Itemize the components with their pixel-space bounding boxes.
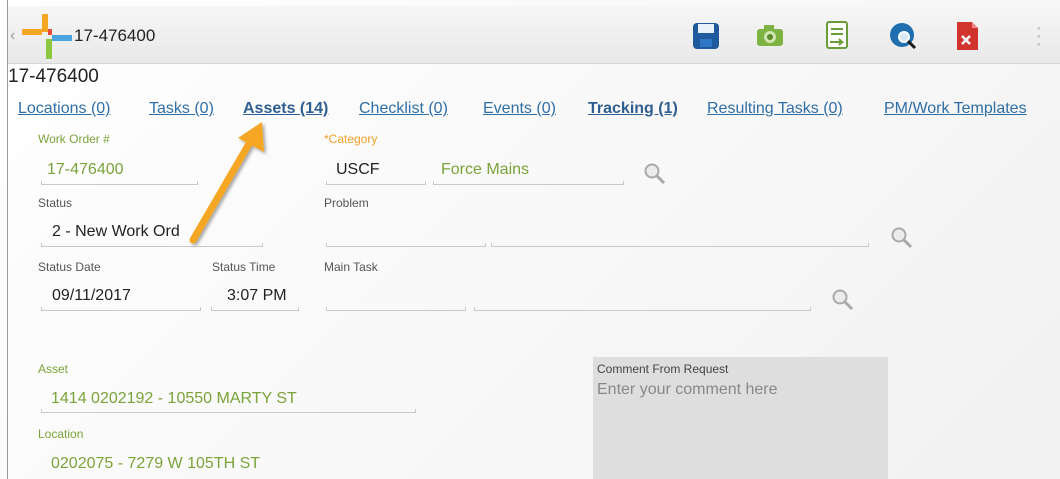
app-logo-icon[interactable] <box>22 12 72 62</box>
document-icon[interactable] <box>822 20 852 52</box>
tab-assets[interactable]: Assets (14) <box>243 100 328 118</box>
main-task-label: Main Task <box>324 260 378 274</box>
category-search-icon[interactable] <box>643 162 667 186</box>
status-date-underline <box>41 307 201 311</box>
comment-input[interactable] <box>597 381 882 471</box>
comment-label: Comment From Request <box>597 362 729 376</box>
save-icon[interactable] <box>691 20 721 52</box>
main-task-search-icon[interactable] <box>831 288 855 312</box>
tab-pm-work-templates[interactable]: PM/Work Templates <box>884 100 1027 118</box>
app-bar: ‹ 17-476400 · · · <box>8 6 1060 64</box>
work-order-underline <box>41 181 198 185</box>
status-date-label: Status Date <box>38 260 101 274</box>
location-label: Location <box>38 427 84 441</box>
back-chevron-icon[interactable]: ‹ <box>10 27 15 45</box>
main-task-code-underline <box>326 307 466 311</box>
status-field[interactable]: 2 - New Work Ord <box>52 223 180 241</box>
work-order-field[interactable]: 17-476400 <box>47 161 124 179</box>
tab-tasks[interactable]: Tasks (0) <box>149 100 214 118</box>
page-title: 17-476400 <box>8 66 99 87</box>
work-order-label: Work Order # <box>38 132 110 146</box>
status-time-field[interactable]: 3:07 PM <box>227 287 287 305</box>
problem-code-underline <box>326 243 486 247</box>
app-title: 17-476400 <box>74 26 156 45</box>
tab-locations[interactable]: Locations (0) <box>18 100 111 118</box>
tab-checklist[interactable]: Checklist (0) <box>359 100 448 118</box>
category-code-underline <box>326 181 426 185</box>
comment-panel: Comment From Request <box>593 357 888 479</box>
overflow-menu-icon[interactable]: · · · <box>1035 18 1042 54</box>
status-underline <box>41 243 263 247</box>
camera-icon[interactable] <box>755 20 785 52</box>
status-time-label: Status Time <box>212 260 276 274</box>
problem-search-icon[interactable] <box>890 226 914 250</box>
tab-resulting-tasks[interactable]: Resulting Tasks (0) <box>707 100 843 118</box>
problem-description-underline <box>491 243 869 247</box>
globe-search-icon[interactable] <box>888 20 918 52</box>
main-task-description-underline <box>474 307 811 311</box>
status-label: Status <box>38 196 73 210</box>
category-code-field[interactable]: USCF <box>336 161 380 179</box>
status-date-field[interactable]: 09/11/2017 <box>52 287 131 305</box>
tab-events[interactable]: Events (0) <box>483 100 556 118</box>
asset-field[interactable]: 1414 0202192 - 10550 MARTY ST <box>51 390 297 408</box>
pdf-close-icon[interactable] <box>952 20 982 52</box>
category-description-field[interactable]: Force Mains <box>441 161 529 179</box>
asset-label: Asset <box>38 362 69 376</box>
problem-label: Problem <box>324 196 369 210</box>
location-field[interactable]: 0202075 - 7279 W 105TH ST <box>51 455 260 473</box>
category-label: *Category <box>324 132 378 146</box>
tab-tracking[interactable]: Tracking (1) <box>588 100 678 118</box>
asset-underline <box>41 409 416 413</box>
status-time-underline <box>211 307 299 311</box>
category-description-underline <box>433 181 624 185</box>
